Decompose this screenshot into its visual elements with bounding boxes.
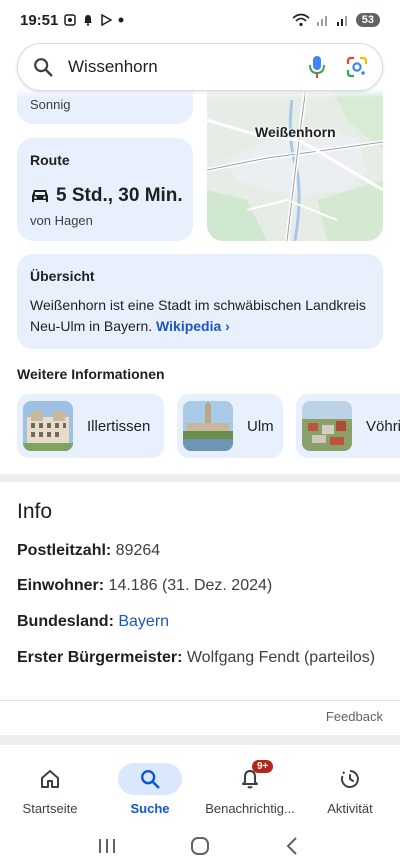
state-link[interactable]: Bayern — [118, 613, 169, 630]
map-card[interactable]: Weißenhorn — [207, 80, 383, 241]
microphone-icon[interactable] — [308, 55, 326, 79]
notification-icons — [64, 14, 124, 26]
wifi-icon — [292, 13, 310, 27]
feedback-link[interactable]: Feedback — [326, 709, 383, 724]
home-icon — [41, 770, 59, 788]
bottom-navigation: Startseite Suche 9+ Benachrichtig... Akt… — [0, 755, 400, 825]
signal-icon-2 — [336, 16, 347, 26]
nav-search[interactable]: Suche — [100, 755, 200, 825]
voehringen-thumbnail — [302, 401, 352, 451]
state-key: Bundesland: — [17, 613, 114, 630]
info-population: Einwohner: 14.186 (31. Dez. 2024) — [17, 574, 383, 597]
notification-badge: 9+ — [252, 760, 274, 773]
search-bar[interactable]: Wissenhorn — [17, 43, 383, 91]
route-card[interactable]: Route 5 Std., 30 Min. von Hagen — [17, 138, 193, 241]
nav-notifications[interactable]: 9+ Benachrichtig... — [200, 755, 300, 825]
info-mayor: Erster Bürgermeister: Wolfgang Fendt (pa… — [17, 646, 383, 669]
nav-home[interactable]: Startseite — [0, 755, 100, 825]
status-time: 19:51 — [20, 11, 59, 29]
nav-search-label: Suche — [130, 801, 170, 816]
nav-home-pill — [18, 763, 82, 795]
nav-activity[interactable]: Aktivität — [300, 755, 400, 825]
nav-home-label: Startseite — [22, 801, 78, 816]
ulm-thumbnail — [183, 401, 233, 451]
page: 19:51 53 Weißenhorn Sonnig Wissenhorn Ro… — [0, 0, 400, 867]
signal-icon — [316, 16, 327, 26]
overview-card[interactable]: Übersicht Weißenhorn ist eine Stadt im s… — [17, 254, 383, 349]
nav-notifications-pill: 9+ — [218, 760, 282, 795]
route-title: Route — [30, 152, 70, 168]
nav-activity-pill — [318, 763, 382, 795]
chip-voehringen[interactable]: Vöhringen — [296, 394, 400, 458]
wikipedia-link[interactable]: Wikipedia › — [156, 318, 230, 334]
section-divider-bottom — [0, 735, 400, 745]
route-origin: von Hagen — [30, 213, 93, 228]
chip-label: Ulm — [247, 417, 274, 435]
chip-illertissen[interactable]: Illertissen — [17, 394, 164, 458]
back-icon[interactable] — [283, 836, 303, 856]
overview-text: Weißenhorn ist eine Stadt im schwäbische… — [30, 295, 375, 337]
system-navigation — [0, 825, 400, 867]
play-store-icon — [101, 14, 113, 26]
info-state: Bundesland: Bayern — [17, 610, 383, 633]
activity-icon — [340, 770, 359, 788]
map-city-label: Weißenhorn — [255, 124, 336, 140]
recent-apps-icon[interactable] — [97, 837, 117, 855]
chip-ulm[interactable]: Ulm — [177, 394, 283, 458]
google-lens-icon[interactable] — [346, 56, 368, 78]
feedback-divider — [0, 700, 400, 701]
mayor-value: Wolfgang Fendt (parteilos) — [182, 649, 376, 666]
chip-label: Vöhringen — [366, 417, 400, 435]
info-title: Info — [17, 500, 53, 523]
search-icon — [141, 770, 160, 789]
chip-label: Illertissen — [87, 417, 151, 435]
nav-search-pill — [118, 763, 182, 795]
nav-activity-label: Aktivität — [327, 801, 373, 816]
population-value: 14.186 (31. Dez. 2024) — [104, 577, 273, 594]
home-button-icon[interactable] — [190, 836, 210, 856]
search-input[interactable]: Wissenhorn — [68, 57, 308, 77]
more-info-title: Weitere Informationen — [17, 366, 165, 382]
status-bar: 19:51 53 — [0, 0, 400, 40]
overview-title: Übersicht — [30, 268, 95, 284]
info-postal-code: Postleitzahl: 89264 — [17, 539, 383, 562]
car-icon — [32, 190, 48, 202]
status-right: 53 — [292, 13, 380, 27]
dot-icon — [118, 17, 124, 23]
more-info-carousel[interactable]: Illertissen Ulm Vöhringen — [17, 394, 400, 458]
bell-status-icon — [84, 15, 93, 26]
postal-code-key: Postleitzahl: — [17, 542, 112, 559]
search-icon — [32, 56, 54, 78]
illertissen-thumbnail — [23, 401, 73, 451]
section-divider — [0, 474, 400, 482]
map-image — [207, 80, 383, 241]
postal-code-value: 89264 — [111, 542, 161, 559]
mayor-key: Erster Bürgermeister: — [17, 649, 183, 666]
population-key: Einwohner: — [17, 577, 105, 594]
weather-condition: Sonnig — [30, 97, 71, 112]
battery-indicator: 53 — [355, 13, 380, 27]
route-duration-row: 5 Std., 30 Min. — [30, 185, 183, 207]
screenshot-icon — [64, 14, 77, 26]
nav-notifications-label: Benachrichtig... — [205, 801, 295, 816]
route-duration: 5 Std., 30 Min. — [56, 185, 183, 206]
